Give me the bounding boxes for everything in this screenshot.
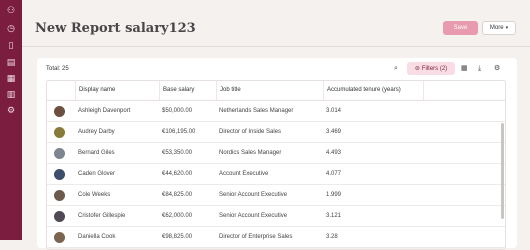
- cell-job-title: Senior Account Executive: [219, 192, 288, 198]
- download-icon[interactable]: ⤓: [478, 64, 481, 73]
- cell-tenure: 3.469: [326, 129, 342, 135]
- column-header-job-title[interactable]: Job title: [216, 81, 323, 100]
- column-header-base-salary[interactable]: Base salary: [159, 81, 216, 100]
- table-header: Display name Base salary Job title Accum…: [47, 81, 505, 101]
- table-row[interactable]: Cole Weeks €84,825.00 Senior Account Exe…: [47, 185, 505, 206]
- cell-job-title: Account Executive: [219, 171, 269, 177]
- table-row[interactable]: Cristofer Gillespie €62,000.00 Senior Ac…: [47, 206, 505, 227]
- cell-tenure: 3.121: [326, 213, 342, 219]
- avatar: [54, 127, 65, 138]
- filter-icon: ⊜: [414, 65, 420, 72]
- cell-display-name: Cole Weeks: [78, 192, 111, 198]
- avatar: [54, 169, 65, 180]
- filters-button[interactable]: ⊜ Filters (2): [407, 62, 455, 75]
- cell-display-name: Audrey Darby: [78, 129, 115, 135]
- gear-icon[interactable]: ⚙: [494, 64, 500, 72]
- avatar: [54, 211, 65, 222]
- table-row[interactable]: Audrey Darby €106,195.00 Director of Ins…: [47, 122, 505, 143]
- clipboard-icon[interactable]: ▤: [6, 58, 16, 68]
- cell-job-title: Nordics Sales Manager: [219, 150, 282, 156]
- save-button[interactable]: Save: [443, 21, 478, 35]
- cell-tenure: 3.014: [326, 108, 342, 114]
- report-panel: Total: 25 ⌕ ⊜ Filters (2) ▦ ⤓ ⚙ Display n…: [37, 58, 517, 250]
- chart-icon[interactable]: ▥: [6, 90, 16, 100]
- cell-job-title: Senior Account Executive: [219, 213, 288, 219]
- people-icon[interactable]: ⚇: [6, 6, 16, 16]
- cell-job-title: Director of Enterprise Sales: [219, 234, 293, 240]
- cell-base-salary: €84,825.00: [162, 192, 193, 198]
- cell-display-name: Caden Glover: [78, 171, 116, 177]
- building-icon[interactable]: ▦: [6, 74, 16, 84]
- cell-tenure: 3.28: [326, 234, 338, 240]
- total-count: Total: 25: [46, 66, 69, 72]
- cell-tenure: 4.493: [326, 150, 342, 156]
- table-row[interactable]: Daniella Cook €98,825.00 Director of Ent…: [47, 227, 505, 248]
- filters-label: Filters (2): [421, 66, 448, 72]
- cell-base-salary: €53,350.00: [162, 150, 193, 156]
- cell-base-salary: €62,000.00: [162, 213, 193, 219]
- cell-job-title: Netherlands Sales Manager: [219, 108, 294, 114]
- avatar: [54, 190, 65, 201]
- avatar: [54, 232, 65, 243]
- cell-tenure: 4.077: [326, 171, 342, 177]
- table-row[interactable]: Caden Glover €44,620.00 Account Executiv…: [47, 164, 505, 185]
- cell-base-salary: €98,825.00: [162, 234, 193, 240]
- cell-display-name: Cristofer Gillespie: [78, 213, 126, 219]
- sidebar: ⚇ ◷ ▯ ▤ ▦ ▥ ⚙: [0, 0, 22, 240]
- cell-display-name: Ashleigh Davenport: [78, 108, 131, 114]
- column-header-empty: [423, 81, 505, 100]
- column-header-display-name[interactable]: Display name: [75, 81, 159, 100]
- avatar: [54, 106, 65, 117]
- report-table: Display name Base salary Job title Accum…: [46, 80, 506, 250]
- more-button-label: More: [489, 25, 504, 31]
- cell-job-title: Director of Inside Sales: [219, 129, 282, 135]
- column-header-tenure[interactable]: Accumulated tenure (years): [323, 81, 423, 100]
- header-divider: [22, 46, 530, 47]
- cell-base-salary: €106,195.00: [162, 129, 196, 135]
- clock-icon[interactable]: ◷: [6, 24, 16, 34]
- cell-base-salary: €44,620.00: [162, 171, 193, 177]
- table-scrollbar[interactable]: [501, 123, 504, 219]
- table-row[interactable]: Ashleigh Davenport $50,000.00 Netherland…: [47, 101, 505, 122]
- cell-tenure: 1.999: [326, 192, 342, 198]
- document-icon[interactable]: ▯: [6, 41, 16, 51]
- columns-icon[interactable]: ▦: [461, 64, 468, 72]
- settings-icon[interactable]: ⚙: [6, 106, 16, 116]
- search-icon[interactable]: ⌕: [394, 64, 398, 73]
- page-title: New Report salary123: [35, 21, 196, 36]
- cell-display-name: Daniella Cook: [78, 234, 116, 240]
- chevron-down-icon: ▾: [505, 25, 509, 31]
- cell-base-salary: $50,000.00: [162, 108, 193, 114]
- table-row[interactable]: Bernard Giles €53,350.00 Nordics Sales M…: [47, 143, 505, 164]
- avatar: [54, 148, 65, 159]
- more-button[interactable]: More ▾: [482, 21, 516, 35]
- cell-display-name: Bernard Giles: [78, 150, 115, 156]
